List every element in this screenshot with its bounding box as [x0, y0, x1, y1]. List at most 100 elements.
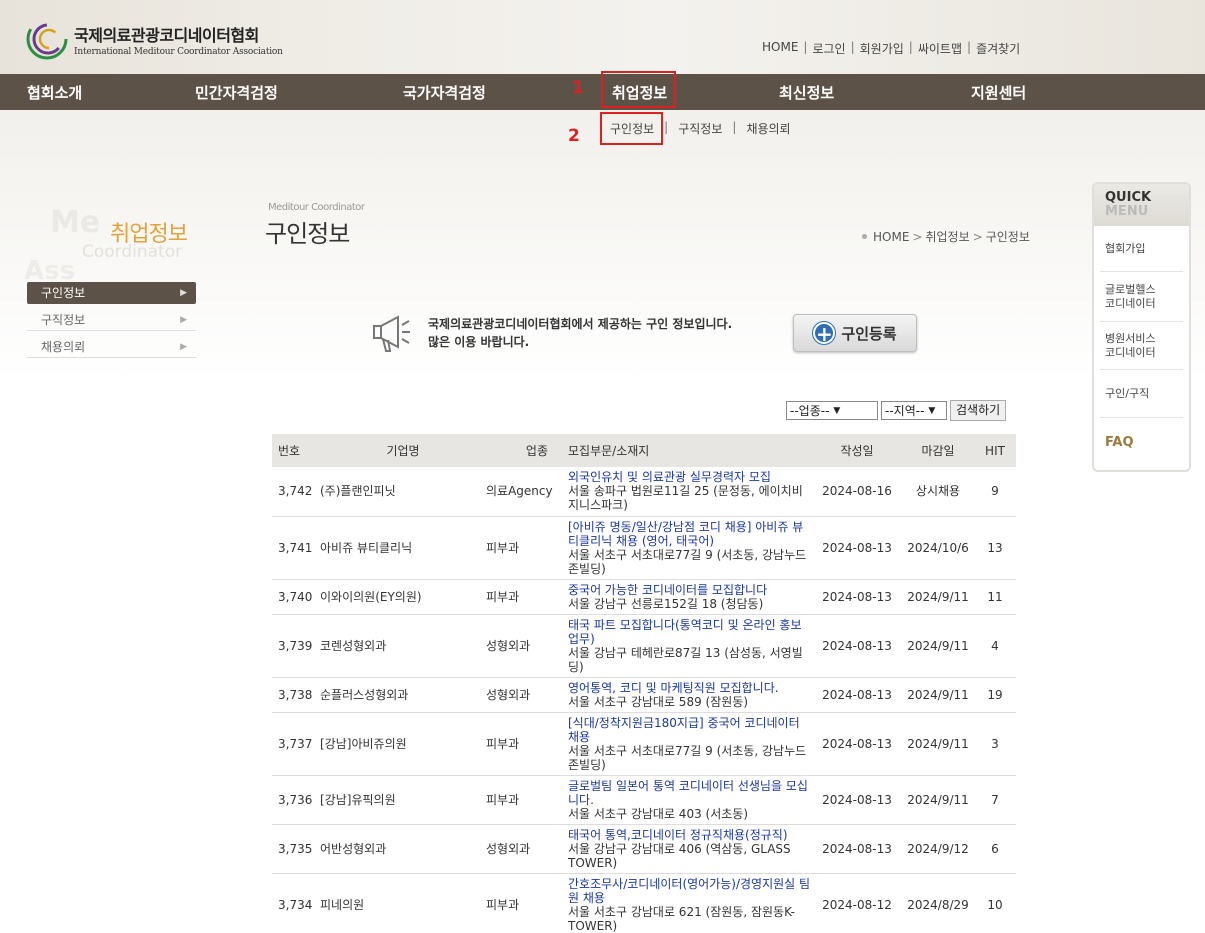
row-title-link[interactable]: [식대/정착지원금180지급] 중국어 코디네이터 채용	[568, 716, 812, 744]
row-description: [아비쥬 명동/일산/강남점 코디 채용] 아비쥬 뷰티클리닉 채용 (영어, …	[568, 516, 812, 580]
register-job-button[interactable]: + 구인등록	[793, 314, 917, 352]
row-description: 외국인유치 및 의료관광 실무경력자 모집 서울 송파구 법원로11길 25 (문…	[568, 467, 812, 517]
row-address: 서울 강남구 선릉로152길 18 (청담동)	[568, 596, 764, 611]
row-title-link[interactable]: 간호조무사/코디네이터(영어가능)/경영지원실 팀원 채용	[568, 877, 812, 905]
sidebar-item-seeking[interactable]: 구직정보 ▶	[27, 309, 196, 331]
row-title-link[interactable]: 태국 파트 모집합니다(통역코디 및 온라인 홍보업무)	[568, 618, 812, 646]
industry-select[interactable]: --업종-- ▼	[786, 401, 878, 420]
row-written-date: 2024-08-13	[812, 775, 902, 825]
subnav-hiring[interactable]: 구인정보	[610, 120, 654, 137]
table-row[interactable]: 3,740 이와이의원(EY의원) 피부과 중국어 가능한 코디네이터를 모집합니다 서…	[272, 579, 1016, 615]
row-company: 피네의원	[318, 873, 486, 933]
row-title-link[interactable]: 영어통역, 코디 및 마케팅직원 모집합니다.	[568, 681, 812, 695]
row-deadline: 2024/8/29	[902, 873, 974, 933]
nav-support[interactable]: 지원센터	[971, 74, 1026, 110]
util-join-link[interactable]: 회원가입	[860, 40, 904, 57]
logo-title: 국제의료관광코디네이터협회	[74, 25, 259, 45]
sidebar-item-request[interactable]: 채용의뢰 ▶	[27, 336, 196, 358]
util-sitemap-link[interactable]: 싸이트맵	[918, 40, 962, 57]
row-number: 3,739	[272, 614, 318, 678]
quick-hospital-service[interactable]: 병원서비스 코디네이터	[1100, 322, 1183, 370]
row-deadline: 2024/9/11	[902, 677, 974, 713]
row-title-link[interactable]: 글로벌팀 일본어 통역 코디네이터 선생님을 모십니다.	[568, 779, 812, 807]
nav-national-cert[interactable]: 국가자격검정	[403, 74, 486, 110]
row-title-link[interactable]: 중국어 가능한 코디네이터를 모집합니다	[568, 583, 812, 597]
row-company: 순플러스성형외과	[318, 677, 486, 713]
table-row[interactable]: 3,738 순플러스성형외과 성형외과 영어통역, 코디 및 마케팅직원 모집합니다.…	[272, 677, 1016, 713]
row-written-date: 2024-08-13	[812, 579, 902, 615]
subnav-seeking[interactable]: 구직정보	[678, 120, 722, 137]
row-written-date: 2024-08-13	[812, 614, 902, 678]
sidebar-item-hiring[interactable]: 구인정보 ▶	[27, 282, 196, 304]
table-row[interactable]: 3,741 아비쥬 뷰티클리닉 피부과 [아비쥬 명동/일산/강남점 코디 채용] 아…	[272, 516, 1016, 580]
row-address: 서울 서초구 서초대로77길 9 (서초동, 강남누드존빌딩)	[568, 547, 807, 576]
table-row[interactable]: 3,736 [강남]유픽의원 피부과 글로벌팀 일본어 통역 코디네이터 선생님을 모…	[272, 775, 1016, 825]
row-industry: 피부과	[486, 516, 568, 580]
row-deadline: 2024/9/11	[902, 712, 974, 776]
row-industry: 성형외과	[486, 824, 568, 874]
site-logo[interactable]: 국제의료관광코디네이터협회 International Meditour Coo…	[26, 18, 283, 60]
nav-private-cert[interactable]: 민간자격검정	[195, 74, 278, 110]
quick-jobs[interactable]: 구인/구직	[1100, 370, 1183, 418]
search-button[interactable]: 검색하기	[950, 400, 1007, 421]
row-title-link[interactable]: 외국인유치 및 의료관광 실무경력자 모집	[568, 470, 812, 484]
subnav-request[interactable]: 채용의뢰	[746, 120, 790, 137]
table-row[interactable]: 3,742 (주)플랜인피닛 의료Agency 외국인유치 및 의료관광 실무경력자 …	[272, 467, 1016, 517]
megaphone-icon	[373, 315, 410, 352]
table-row[interactable]: 3,739 코렌성형외과 성형외과 태국 파트 모집합니다(통역코디 및 온라인 홍보…	[272, 614, 1016, 678]
quick-menu-title: QUICK	[1105, 190, 1152, 205]
util-home-link[interactable]: HOME	[762, 40, 798, 57]
row-company: 이와이의원(EY의원)	[318, 579, 486, 615]
row-company: 어반성형외과	[318, 824, 486, 874]
nav-about[interactable]: 협회소개	[27, 74, 82, 110]
sub-nav: 구인정보 | 구직정보 | 채용의뢰	[610, 120, 791, 137]
quick-menu-subtitle: MENU	[1105, 204, 1149, 219]
row-company: 코렌성형외과	[318, 614, 486, 678]
logo-mark-icon	[26, 18, 68, 60]
breadcrumb-home[interactable]: HOME	[873, 230, 909, 244]
table-row[interactable]: 3,737 [강남]아비쥬의원 피부과 [식대/정착지원금180지급] 중국어 코디네…	[272, 712, 1016, 776]
sidebar-item-label: 구인정보	[41, 286, 86, 300]
row-title-link[interactable]: [아비쥬 명동/일산/강남점 코디 채용] 아비쥬 뷰티클리닉 채용 (영어, …	[568, 520, 812, 548]
row-deadline: 2024/9/11	[902, 614, 974, 678]
quick-global-health[interactable]: 글로벌헬스 코디네이터	[1100, 272, 1183, 322]
row-number: 3,736	[272, 775, 318, 825]
col-deadline: 마감일	[921, 444, 955, 458]
search-bar: --업종-- ▼ --지역-- ▼ 검색하기	[786, 400, 1007, 421]
plus-icon: +	[813, 322, 836, 345]
row-company: [강남]유픽의원	[318, 775, 486, 825]
chevron-right-icon: ▶	[180, 315, 187, 325]
col-description: 모집부문/소재지	[568, 444, 650, 458]
table-row[interactable]: 3,735 어반성형외과 성형외과 태국어 통역,코디네이터 정규직채용(정규직) 서울…	[272, 824, 1016, 874]
row-title-link[interactable]: 태국어 통역,코디네이터 정규직채용(정규직)	[568, 828, 812, 842]
row-number: 3,738	[272, 677, 318, 713]
row-written-date: 2024-08-13	[812, 516, 902, 580]
row-written-date: 2024-08-13	[812, 824, 902, 874]
row-deadline: 2024/9/11	[902, 579, 974, 615]
job-list-table: 번호 기업명 업종 모집부문/소재지 작성일 마감일 HIT 3,742 (주)플…	[272, 434, 1016, 933]
row-address: 서울 서초구 서초대로77길 9 (서초동, 강남누드존빌딩)	[568, 743, 807, 772]
quick-join[interactable]: 협회가입	[1100, 226, 1183, 272]
row-address: 서울 서초구 강남대로 403 (서초동)	[568, 806, 749, 821]
row-description: 영어통역, 코디 및 마케팅직원 모집합니다. 서울 서초구 강남대로 589 (…	[568, 677, 812, 713]
util-login-link[interactable]: 로그인	[812, 40, 845, 57]
table-row[interactable]: 3,734 피네의원 피부과 간호조무사/코디네이터(영어가능)/경영지원실 팀원 채…	[272, 873, 1016, 933]
row-description: 글로벌팀 일본어 통역 코디네이터 선생님을 모십니다. 서울 서초구 강남대로 …	[568, 775, 812, 825]
util-bookmark-link[interactable]: 즐겨찾기	[976, 40, 1020, 57]
row-number: 3,737	[272, 712, 318, 776]
row-industry: 성형외과	[486, 677, 568, 713]
row-industry: 의료Agency	[486, 467, 568, 517]
breadcrumb-jobs[interactable]: 취업정보	[925, 228, 969, 245]
region-select[interactable]: --지역-- ▼	[881, 401, 947, 420]
quick-faq[interactable]: FAQ	[1100, 418, 1183, 468]
row-industry: 피부과	[486, 712, 568, 776]
nav-news[interactable]: 최신정보	[779, 74, 834, 110]
page-title: 구인정보	[265, 220, 350, 248]
col-number: 번호	[278, 444, 301, 458]
row-address: 서울 강남구 강남대로 406 (역삼동, GLASS TOWER)	[568, 841, 791, 870]
row-hit: 6	[974, 824, 1016, 874]
row-number: 3,741	[272, 516, 318, 580]
register-button-label: 구인등록	[841, 324, 897, 343]
row-industry: 피부과	[486, 873, 568, 933]
col-industry: 업종	[525, 444, 548, 458]
